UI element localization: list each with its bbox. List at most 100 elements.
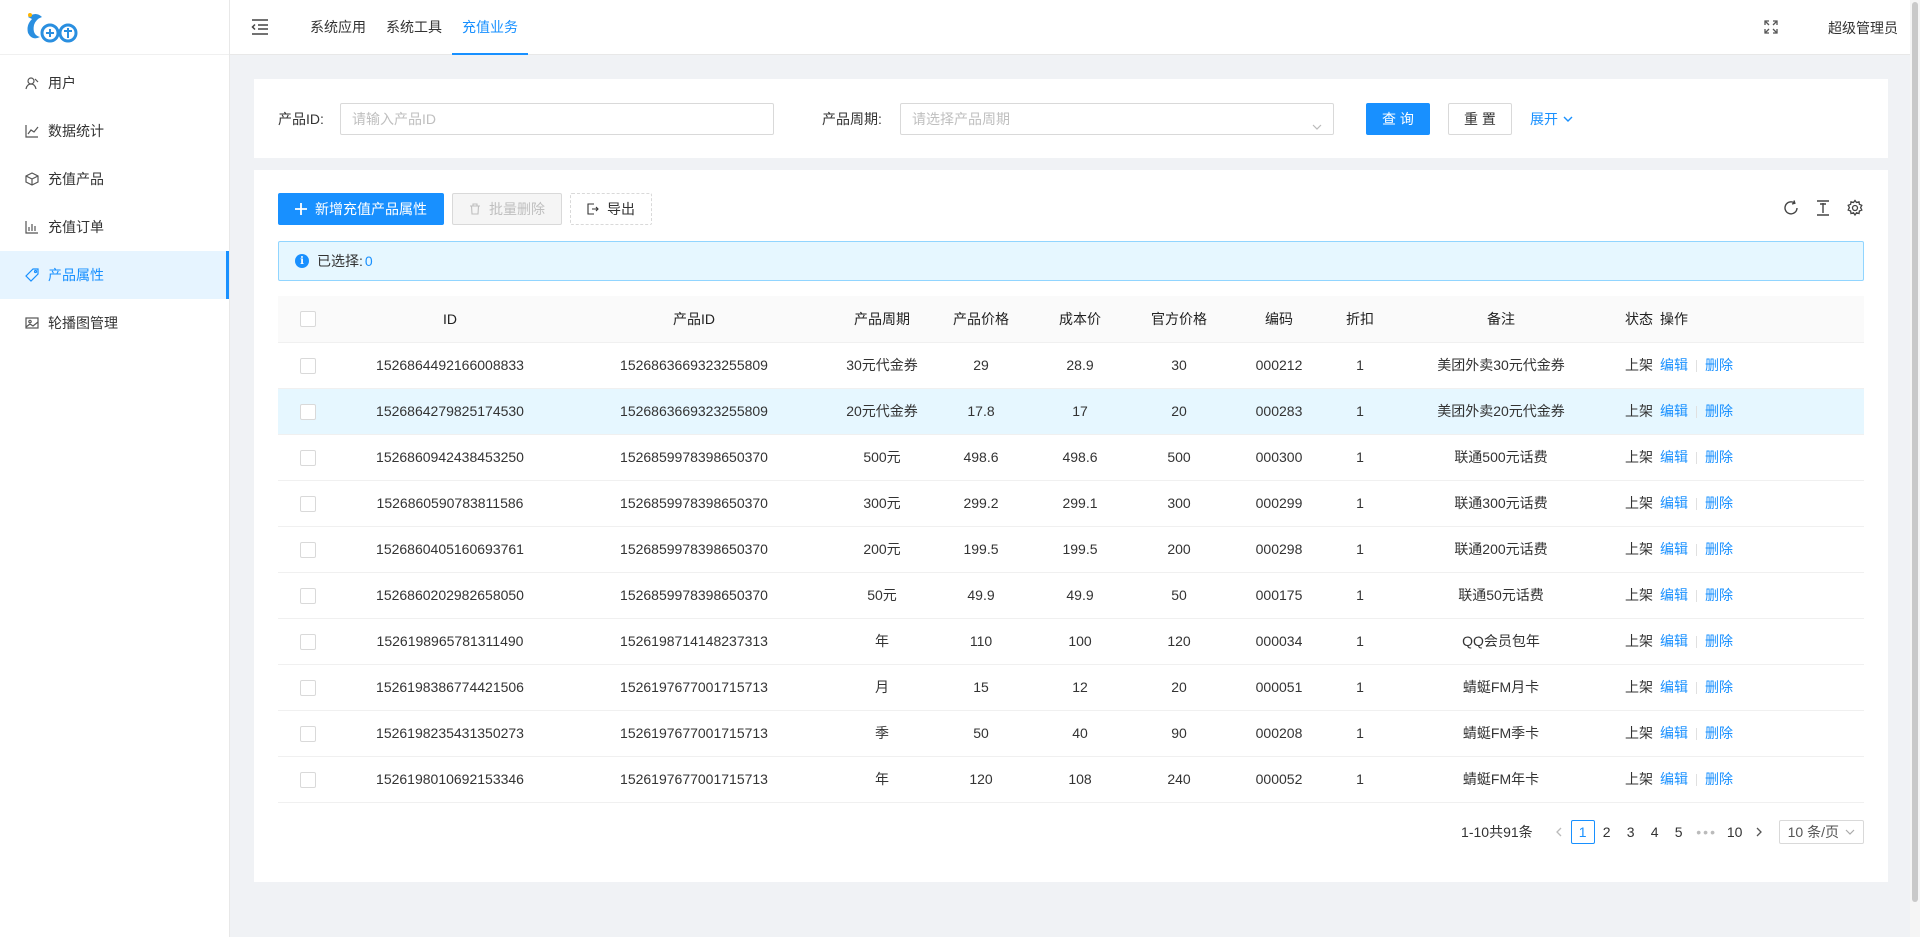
tab-system-apps[interactable]: 系统应用 [300,0,376,55]
product-period-select[interactable]: 请选择产品周期 [900,103,1334,135]
delete-link[interactable]: 删除 [1705,771,1733,787]
table-row[interactable]: 1526864492166008833 1526863669323255809 30… [278,342,1864,389]
query-button[interactable]: 查 询 [1366,103,1430,135]
row-checkbox[interactable] [300,771,316,788]
column-header-price[interactable]: 产品价格 [938,296,1024,343]
page-5[interactable]: 5 [1667,820,1691,844]
sidebar-item-statistics[interactable]: 数据统计 [0,107,229,155]
column-header-id[interactable]: ID [338,296,562,343]
cell-period: 月 [826,664,938,711]
action-divider [1696,682,1697,695]
column-header-official-price[interactable]: 官方价格 [1136,296,1222,343]
column-header-status[interactable]: 状态 [1618,296,1660,343]
cell-status: 上架 [1618,480,1660,527]
row-checkbox[interactable] [300,357,316,374]
scrollbar-thumb[interactable] [1912,2,1918,902]
edit-link[interactable]: 编辑 [1660,587,1688,603]
page-10[interactable]: 10 [1723,820,1747,844]
tab-recharge-business[interactable]: 充值业务 [452,0,528,55]
sidebar-item-orders[interactable]: 充值订单 [0,203,229,251]
row-checkbox[interactable] [300,725,316,742]
sidebar-item-label: 充值产品 [48,171,104,187]
product-attribute-table: ID 产品ID 产品周期 产品价格 成本价 官方价格 编码 折扣 备注 状态 操… [278,296,1864,803]
expand-toggle[interactable]: 展开 [1530,109,1574,129]
delete-link[interactable]: 删除 [1705,679,1733,695]
tab-system-tools[interactable]: 系统工具 [376,0,452,55]
table-row[interactable]: 1526198010692153346 1526197677001715713 年 1… [278,756,1864,803]
cell-code: 000052 [1222,756,1336,803]
product-id-input[interactable]: 请输入产品ID [340,103,774,135]
fullscreen-icon[interactable] [1764,20,1778,34]
page-size-select[interactable]: 10 条/页 [1778,820,1864,844]
delete-link[interactable]: 删除 [1705,495,1733,511]
table-row[interactable]: 1526198965781311490 1526198714148237313 年 1… [278,618,1864,665]
reload-icon[interactable] [1782,199,1800,217]
setting-icon[interactable] [1846,199,1864,217]
sidebar-item-product-attributes[interactable]: 产品属性 [0,251,229,299]
edit-link[interactable]: 编辑 [1660,771,1688,787]
cell-cost: 108 [1024,756,1136,803]
delete-link[interactable]: 删除 [1705,357,1733,373]
column-header-code[interactable]: 编码 [1222,296,1336,343]
next-page-icon[interactable] [1747,824,1771,840]
delete-link[interactable]: 删除 [1705,449,1733,465]
table-row[interactable]: 1526864279825174530 1526863669323255809 20… [278,388,1864,435]
column-header-discount[interactable]: 折扣 [1336,296,1384,343]
delete-link[interactable]: 删除 [1705,541,1733,557]
table-row[interactable]: 1526860202982658050 1526859978398650370 50… [278,572,1864,619]
row-actions: 编辑 删除 [1660,664,1864,711]
row-checkbox[interactable] [300,495,316,512]
delete-link[interactable]: 删除 [1705,587,1733,603]
cell-discount: 1 [1336,618,1384,665]
batch-delete-button[interactable]: 批量删除 [452,193,562,225]
table-row[interactable]: 1526860405160693761 1526859978398650370 20… [278,526,1864,573]
prev-page-icon[interactable] [1547,824,1571,840]
page-3[interactable]: 3 [1619,820,1643,844]
edit-link[interactable]: 编辑 [1660,403,1688,419]
page-2[interactable]: 2 [1595,820,1619,844]
table-row[interactable]: 1526198386774421506 1526197677001715713 月 1… [278,664,1864,711]
column-header-period[interactable]: 产品周期 [826,296,938,343]
column-header-note[interactable]: 备注 [1384,296,1618,343]
table-row[interactable]: 1526860942438453250 1526859978398650370 50… [278,434,1864,481]
cell-discount: 1 [1336,572,1384,619]
table-row[interactable]: 1526198235431350273 1526197677001715713 季 5… [278,710,1864,757]
sidebar-item-products[interactable]: 充值产品 [0,155,229,203]
column-height-icon[interactable] [1814,199,1832,217]
delete-link[interactable]: 删除 [1705,725,1733,741]
page-scrollbar[interactable] [1910,0,1920,937]
delete-link[interactable]: 删除 [1705,403,1733,419]
reset-button[interactable]: 重 置 [1448,103,1512,135]
add-product-attribute-button[interactable]: 新增充值产品属性 [278,193,444,225]
page-jump-next[interactable]: ••• [1691,824,1723,840]
cell-product-id: 1526859978398650370 [562,434,826,481]
edit-link[interactable]: 编辑 [1660,357,1688,373]
table-row[interactable]: 1526860590783811586 1526859978398650370 30… [278,480,1864,527]
edit-link[interactable]: 编辑 [1660,541,1688,557]
sidebar-item-users[interactable]: 用户 [0,59,229,107]
delete-link[interactable]: 删除 [1705,633,1733,649]
edit-link[interactable]: 编辑 [1660,449,1688,465]
current-user[interactable]: 超级管理员 [1828,18,1898,38]
edit-link[interactable]: 编辑 [1660,725,1688,741]
cell-product-id: 1526863669323255809 [562,342,826,389]
row-checkbox[interactable] [300,449,316,466]
column-header-product-id[interactable]: 产品ID [562,296,826,343]
select-all-checkbox[interactable] [300,311,316,328]
export-button[interactable]: 导出 [570,193,652,225]
logo[interactable] [0,0,229,55]
row-checkbox[interactable] [300,403,316,420]
row-checkbox[interactable] [300,587,316,604]
menu-fold-icon[interactable] [250,17,270,37]
edit-link[interactable]: 编辑 [1660,633,1688,649]
sidebar-item-carousel[interactable]: 轮播图管理 [0,299,229,347]
edit-link[interactable]: 编辑 [1660,495,1688,511]
row-checkbox[interactable] [300,679,316,696]
page-4[interactable]: 4 [1643,820,1667,844]
column-header-cost[interactable]: 成本价 [1024,296,1136,343]
column-header-actions: 操作 [1660,296,1864,343]
row-checkbox[interactable] [300,541,316,558]
row-checkbox[interactable] [300,633,316,650]
edit-link[interactable]: 编辑 [1660,679,1688,695]
page-1[interactable]: 1 [1570,820,1595,844]
